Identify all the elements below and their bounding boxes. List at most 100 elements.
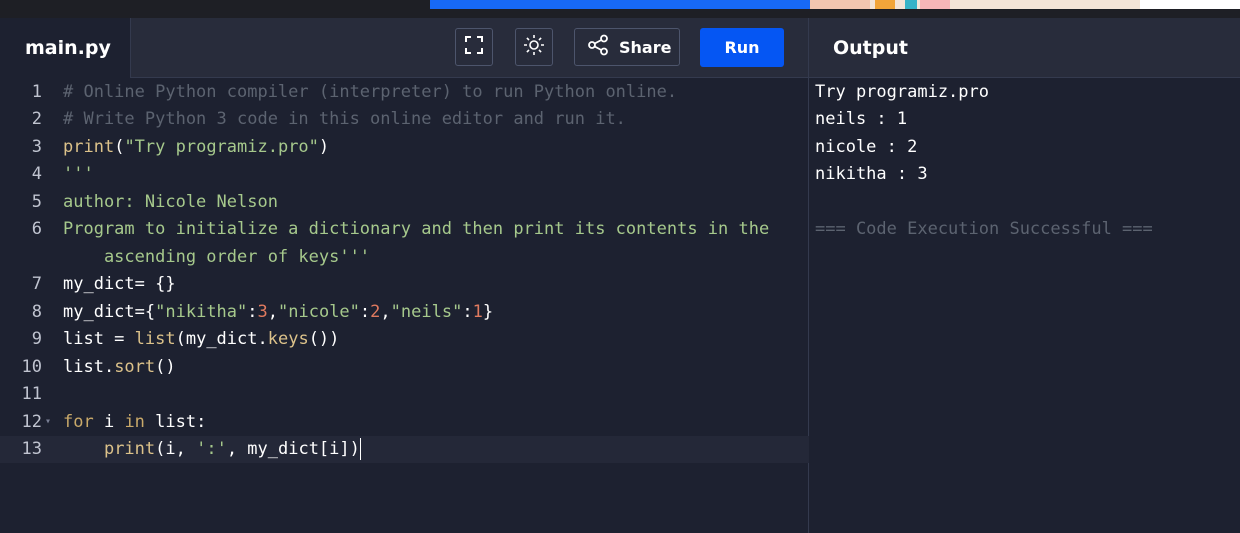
code-token: (my_dict. (175, 329, 268, 350)
code-text: list = list(my_dict.keys()) (54, 329, 339, 349)
text-cursor (359, 438, 361, 461)
line-number: 2 (31, 109, 42, 130)
code-token: "nikitha" (155, 301, 248, 322)
line-number: 13 (21, 439, 42, 460)
code-line[interactable]: 11 (0, 381, 809, 409)
code-token: author: Nicole Nelson (63, 191, 278, 212)
code-token: my_dict= {} (63, 274, 176, 295)
promo-banner-art[interactable] (810, 0, 1240, 9)
fold-arrow-icon[interactable]: ▾ (42, 416, 54, 427)
code-editor[interactable]: 1 # Online Python compiler (interpreter) … (0, 78, 809, 533)
line-number: 11 (21, 384, 42, 405)
code-token: my_dict= (63, 301, 145, 322)
code-line[interactable]: 1 # Online Python compiler (interpreter) … (0, 78, 809, 106)
code-text: my_dict={"nikitha":3,"nicole":2,"neils":… (54, 302, 493, 322)
code-token: ()) (308, 329, 340, 350)
code-token: 2 (370, 301, 381, 322)
code-token: } (482, 301, 494, 322)
code-token: : (359, 301, 371, 322)
line-number: 1 (31, 81, 42, 102)
line-number: 9 (31, 329, 42, 350)
code-text: ''' (54, 164, 94, 184)
run-label: Run (724, 38, 760, 57)
output-line: nikitha : 3 (815, 164, 928, 185)
share-icon (587, 34, 609, 60)
line-number: 12 (21, 411, 42, 432)
file-tab-label: main.py (25, 37, 111, 59)
editor-header: main.py Share Run Output (0, 18, 1240, 78)
code-line[interactable]: 5 author: Nicole Nelson (0, 188, 809, 216)
code-token: , (267, 301, 279, 322)
fullscreen-icon (464, 35, 484, 59)
code-token: list = (63, 329, 135, 350)
theme-toggle-button[interactable] (515, 28, 553, 66)
code-text: ascending order of keys''' (54, 247, 370, 267)
line-number: 5 (31, 191, 42, 212)
fullscreen-button[interactable] (455, 28, 493, 66)
code-line[interactable]: 12 ▾ for i in list: (0, 408, 809, 436)
code-token: print (63, 136, 115, 157)
code-token: ) (318, 136, 330, 157)
output-line: neils : 1 (815, 109, 908, 130)
line-number: 3 (31, 136, 42, 157)
code-token: (i, (155, 439, 197, 460)
output-title: Output (833, 37, 908, 59)
execution-status: === Code Execution Successful === (815, 219, 1153, 240)
code-line[interactable]: 10 list.sort() (0, 353, 809, 381)
code-token: "Try programiz.pro" (124, 136, 319, 157)
code-token: # Write Python 3 code in this online edi… (63, 109, 626, 130)
code-token: in (124, 411, 145, 432)
code-token: , (380, 301, 391, 322)
code-line[interactable]: 8 my_dict={"nikitha":3,"nicole":2,"neils"… (0, 298, 809, 326)
code-token: ascending order of keys''' (63, 246, 371, 267)
code-text: Program to initialize a dictionary and t… (54, 219, 769, 239)
code-text: author: Nicole Nelson (54, 192, 278, 212)
code-line[interactable]: 4 ''' (0, 161, 809, 189)
code-token: : (462, 301, 473, 322)
promo-banner[interactable] (430, 0, 810, 9)
code-token: # Online Python compiler (interpreter) t… (63, 81, 678, 102)
code-token: 3 (257, 301, 268, 322)
line-number: 8 (31, 301, 42, 322)
code-line[interactable]: 9 list = list(my_dict.keys()) (0, 326, 809, 354)
code-token: "neils" (390, 301, 463, 322)
code-token: , my_dict[i]) (226, 439, 360, 460)
code-text: # Write Python 3 code in this online edi… (54, 109, 626, 129)
code-token: print (103, 439, 156, 460)
code-text: # Online Python compiler (interpreter) t… (54, 82, 677, 102)
code-token: { (144, 301, 156, 322)
code-line[interactable]: ascending order of keys''' (0, 243, 809, 271)
sun-icon (523, 34, 545, 60)
code-token: 1 (472, 301, 483, 322)
code-token: sort (114, 356, 156, 377)
code-token: list. (63, 356, 115, 377)
code-line[interactable]: 2 # Write Python 3 code in this online ed… (0, 106, 809, 134)
output-line: Try programiz.pro (815, 81, 989, 102)
code-token: "nicole" (278, 301, 360, 322)
code-text: for i in list: (54, 412, 206, 432)
code-text: my_dict= {} (54, 274, 176, 294)
code-token: keys (267, 329, 309, 350)
line-number: 4 (31, 164, 42, 185)
code-token: list (134, 329, 176, 350)
line-number: 7 (31, 274, 42, 295)
code-line[interactable]: 7 my_dict= {} (0, 271, 809, 299)
panel-divider (808, 18, 809, 78)
code-line[interactable]: 3 print("Try programiz.pro") (0, 133, 809, 161)
code-text: print(i, ':', my_dict[i]) (54, 438, 361, 461)
code-token: ''' (63, 164, 94, 185)
code-token: list: (144, 411, 207, 432)
file-tab[interactable]: main.py (0, 18, 131, 78)
code-token: () (155, 356, 176, 377)
output-panel: Try programiz.pro neils : 1 nicole : 2 niki… (809, 78, 1240, 533)
line-number: 6 (31, 219, 42, 240)
run-button[interactable]: Run (700, 28, 784, 67)
share-label: Share (619, 37, 672, 57)
share-button[interactable]: Share (574, 28, 680, 66)
code-line[interactable]: 6 Program to initialize a dictionary and … (0, 216, 809, 244)
code-text: print("Try programiz.pro") (54, 137, 329, 157)
code-line[interactable]: 13 print(i, ':', my_dict[i]) (0, 435, 809, 463)
code-token: ':' (196, 439, 227, 460)
